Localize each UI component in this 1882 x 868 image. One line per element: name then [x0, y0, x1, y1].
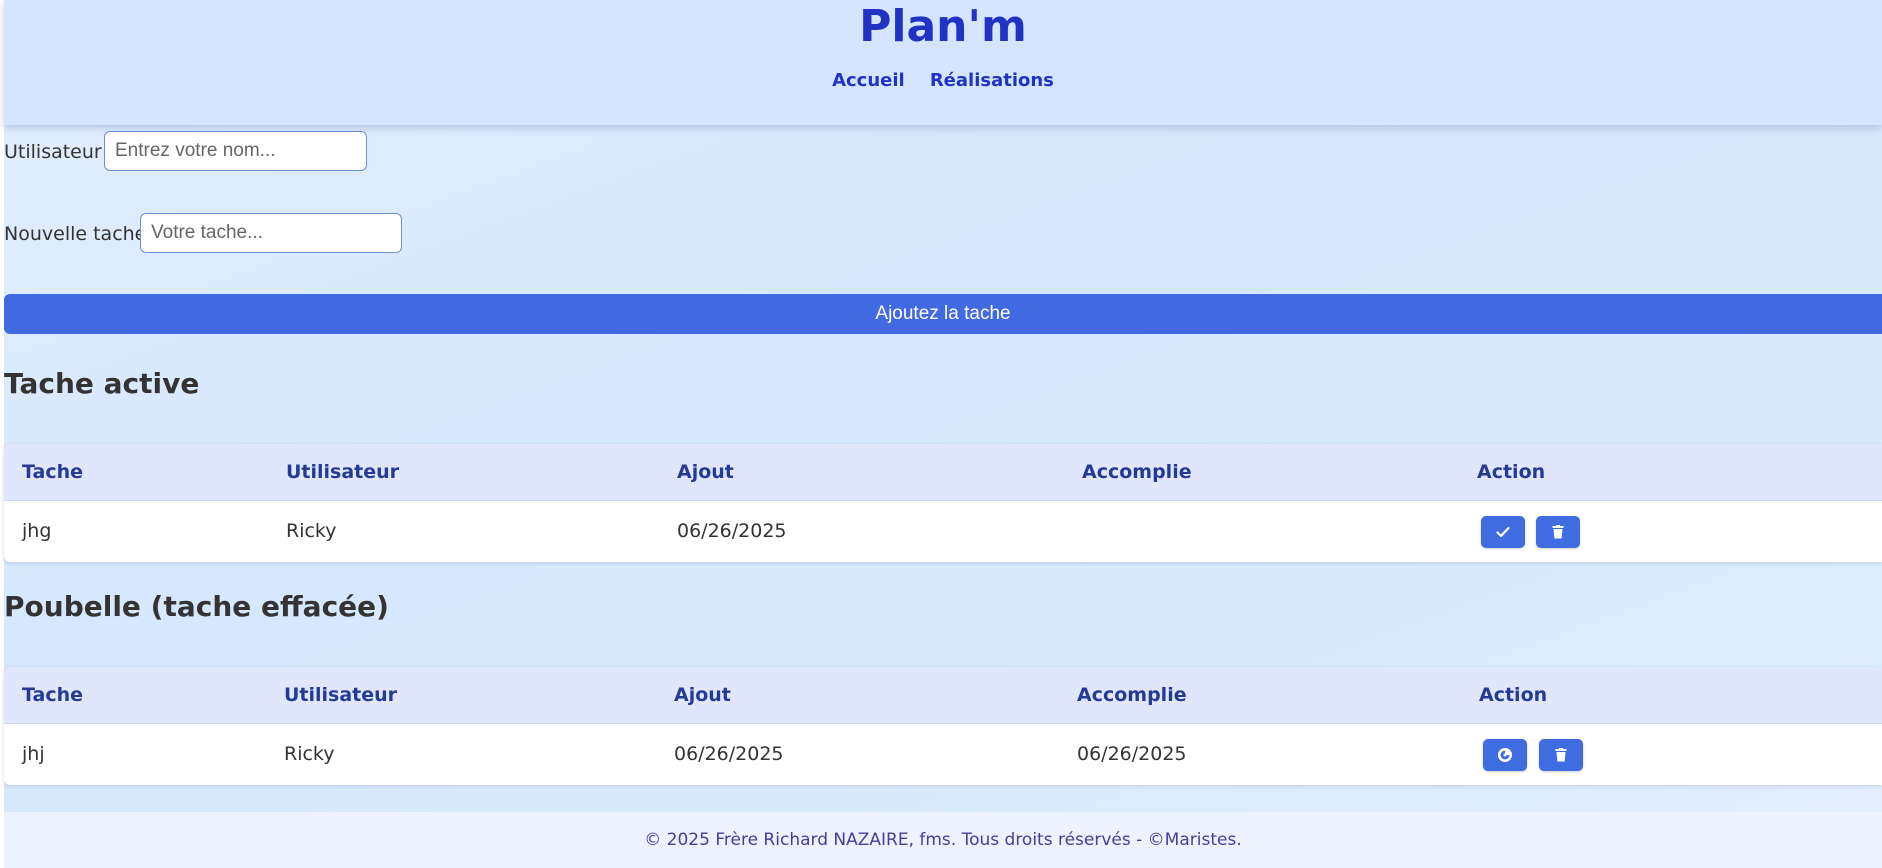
site-title: Plan'm — [859, 1, 1027, 52]
cell-user: Ricky — [284, 743, 335, 765]
cell-task: jhj — [22, 743, 45, 765]
table-row: jhj Ricky 06/26/2025 06/26/2025 — [4, 724, 1882, 785]
trash-icon — [1552, 525, 1564, 539]
trash-heading: Poubelle (tache effacée) — [4, 590, 389, 623]
user-input[interactable] — [104, 131, 367, 171]
user-label: Utilisateur : — [4, 141, 115, 163]
site-header: Plan'm Accueil Réalisations — [4, 0, 1882, 125]
nav-realisations-link[interactable]: Réalisations — [930, 70, 1054, 91]
active-tasks-table: Tache Utilisateur Ajout Accomplie Action… — [4, 444, 1882, 562]
col-action: Action — [1477, 461, 1546, 483]
cell-user: Ricky — [286, 520, 337, 542]
cell-added: 06/26/2025 — [674, 743, 784, 765]
main-nav: Accueil Réalisations — [4, 70, 1882, 91]
site-footer: © 2025 Frère Richard NAZAIRE, fms. Tous … — [4, 812, 1882, 868]
nav-accueil-link[interactable]: Accueil — [832, 70, 905, 91]
col-tache: Tache — [22, 684, 84, 706]
complete-button[interactable] — [1481, 516, 1525, 548]
col-ajout: Ajout — [674, 684, 731, 706]
cell-done: 06/26/2025 — [1077, 743, 1187, 765]
task-label: Nouvelle tache: — [4, 223, 153, 245]
col-accomplie: Accomplie — [1082, 461, 1192, 483]
delete-permanently-button[interactable] — [1539, 739, 1583, 771]
col-accomplie: Accomplie — [1077, 684, 1187, 706]
col-ajout: Ajout — [677, 461, 734, 483]
delete-button[interactable] — [1536, 516, 1580, 548]
task-input[interactable] — [140, 213, 402, 253]
table-header: Tache Utilisateur Ajout Accomplie Action — [4, 444, 1882, 501]
col-utilisateur: Utilisateur — [286, 461, 400, 483]
restore-icon — [1498, 748, 1512, 762]
active-tasks-heading: Tache active — [4, 367, 200, 400]
col-tache: Tache — [22, 461, 84, 483]
trash-icon — [1555, 748, 1567, 762]
cell-added: 06/26/2025 — [677, 520, 787, 542]
col-utilisateur: Utilisateur — [284, 684, 398, 706]
copyright-text: © 2025 Frère Richard NAZAIRE, fms. Tous … — [644, 830, 1242, 850]
add-task-button[interactable]: Ajoutez la tache — [4, 294, 1882, 334]
col-action: Action — [1479, 684, 1548, 706]
restore-button[interactable] — [1483, 739, 1527, 771]
trash-table: Tache Utilisateur Ajout Accomplie Action… — [4, 667, 1882, 785]
check-icon — [1496, 526, 1510, 538]
cell-task: jhg — [22, 520, 52, 542]
table-header: Tache Utilisateur Ajout Accomplie Action — [4, 667, 1882, 724]
table-row: jhg Ricky 06/26/2025 — [4, 501, 1882, 562]
